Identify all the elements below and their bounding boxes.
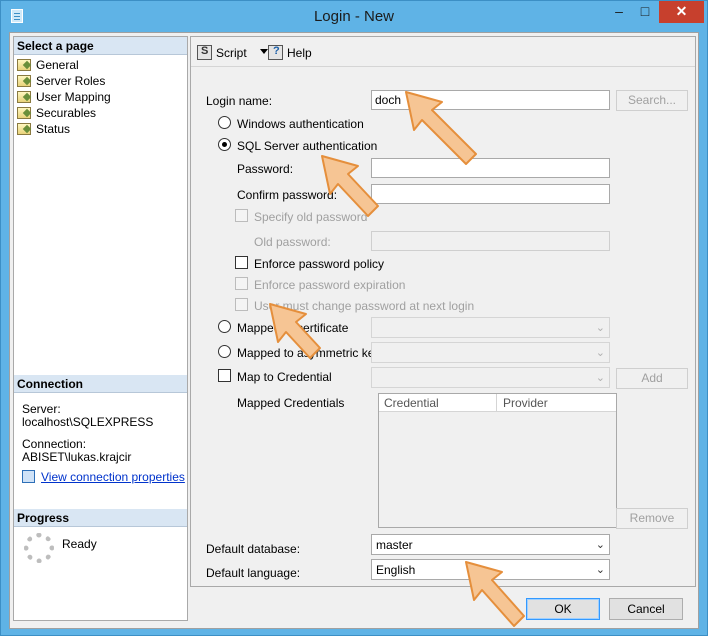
page-icon xyxy=(17,123,31,135)
chevron-down-icon: ⌄ xyxy=(595,322,605,334)
page-item-label: General xyxy=(36,58,79,72)
chevron-down-icon: ⌄ xyxy=(595,347,605,359)
page-item-user-mapping[interactable]: User Mapping xyxy=(17,90,111,106)
ok-button[interactable]: OK xyxy=(526,598,600,620)
must-change-label: User must change password at next login xyxy=(254,299,475,313)
old-password-label: Old password: xyxy=(254,235,331,249)
enforce-policy-label: Enforce password policy xyxy=(254,257,385,271)
page-icon xyxy=(17,91,31,103)
credential-column-header[interactable]: Credential xyxy=(384,396,439,410)
asym-key-select[interactable]: ⌄ xyxy=(371,342,610,363)
login-name-input[interactable]: doch xyxy=(371,90,610,110)
column-divider xyxy=(496,394,497,412)
connection-label: Connection: xyxy=(22,437,87,451)
cancel-button[interactable]: Cancel xyxy=(609,598,683,620)
page-item-label: User Mapping xyxy=(36,90,111,104)
page-item-label: Status xyxy=(36,122,71,136)
link-label: View connection properties xyxy=(41,470,185,484)
progress-header: Progress xyxy=(14,509,187,527)
sql-auth-label: SQL Server authentication xyxy=(237,139,378,153)
add-button[interactable]: Add xyxy=(616,368,688,389)
select-page-header: Select a page xyxy=(14,37,187,55)
connection-header: Connection xyxy=(14,375,187,393)
sql-auth-radio[interactable] xyxy=(218,138,231,151)
enforce-expiration-label: Enforce password expiration xyxy=(254,278,406,292)
mapped-credentials-label: Mapped Credentials xyxy=(237,396,345,410)
login-name-label: Login name: xyxy=(206,94,273,108)
view-connection-properties-link[interactable]: View connection properties xyxy=(22,470,185,484)
connection-value: ABISET\lukas.krajcir xyxy=(22,450,132,464)
password-input[interactable] xyxy=(371,158,610,178)
default-language-value: English xyxy=(376,563,416,577)
minimize-button[interactable]: – xyxy=(606,1,632,23)
page-item-general[interactable]: General xyxy=(17,58,79,74)
left-pane: Select a page General Server Roles User … xyxy=(13,36,188,621)
page-item-label: Securables xyxy=(36,106,97,120)
mapped-credentials-grid[interactable]: Credential Provider xyxy=(378,393,617,528)
progress-status: Ready xyxy=(62,537,97,551)
mapped-certificate-label: Mapped to certificate xyxy=(237,321,349,335)
map-credential-checkbox[interactable] xyxy=(218,369,231,382)
grid-header: Credential Provider xyxy=(379,394,616,412)
general-page: Script Help Login name: doch Search... W… xyxy=(190,36,696,587)
windows-auth-radio[interactable] xyxy=(218,116,231,129)
chevron-down-icon: ⌄ xyxy=(595,564,605,576)
map-credential-label: Map to Credential xyxy=(237,370,332,384)
must-change-checkbox[interactable] xyxy=(235,298,248,311)
confirm-password-input[interactable] xyxy=(371,184,610,204)
script-icon xyxy=(197,45,212,60)
close-button[interactable]: ✕ xyxy=(659,1,704,23)
page-item-label: Server Roles xyxy=(36,74,106,88)
title-bar[interactable]: Login - New – □ ✕ xyxy=(1,1,707,31)
default-language-select[interactable]: English ⌄ xyxy=(371,559,610,580)
page-icon xyxy=(17,107,31,119)
chevron-down-icon: ⌄ xyxy=(595,539,605,551)
help-button[interactable]: Help xyxy=(268,45,312,60)
help-label: Help xyxy=(287,46,312,60)
enforce-policy-checkbox[interactable] xyxy=(235,256,248,269)
password-label: Password: xyxy=(237,162,294,176)
maximize-button[interactable]: □ xyxy=(632,1,658,23)
page-item-securables[interactable]: Securables xyxy=(17,106,96,122)
server-value: localhost\SQLEXPRESS xyxy=(22,415,154,429)
script-label: Script xyxy=(216,46,247,60)
confirm-password-label: Confirm password: xyxy=(237,188,338,202)
specify-old-password-checkbox[interactable] xyxy=(235,209,248,222)
provider-column-header[interactable]: Provider xyxy=(503,396,548,410)
old-password-input[interactable] xyxy=(371,231,610,251)
page-icon xyxy=(17,75,31,87)
toolbar: Script Help xyxy=(191,37,695,67)
certificate-select[interactable]: ⌄ xyxy=(371,317,610,338)
script-button[interactable]: Script xyxy=(197,45,247,60)
default-database-value: master xyxy=(376,538,413,552)
help-icon xyxy=(268,45,283,60)
remove-button[interactable]: Remove xyxy=(616,508,688,529)
mapped-asym-key-radio[interactable] xyxy=(218,345,231,358)
script-dropdown-icon[interactable] xyxy=(260,49,268,54)
windows-auth-label: Windows authentication xyxy=(237,117,364,131)
page-icon xyxy=(17,59,31,71)
chevron-down-icon: ⌄ xyxy=(595,372,605,384)
dialog-body: Select a page General Server Roles User … xyxy=(9,32,699,629)
default-language-label: Default language: xyxy=(206,566,301,580)
window-title: Login - New xyxy=(313,8,395,25)
mapped-certificate-radio[interactable] xyxy=(218,320,231,333)
search-button[interactable]: Search... xyxy=(616,90,688,111)
credential-select[interactable]: ⌄ xyxy=(371,367,610,388)
enforce-expiration-checkbox[interactable] xyxy=(235,277,248,290)
server-label: Server: xyxy=(22,402,61,416)
mapped-asym-key-label: Mapped to asymmetric key xyxy=(237,346,381,360)
connection-properties-icon xyxy=(22,470,35,483)
login-new-window: Login - New – □ ✕ Select a page General … xyxy=(0,0,708,636)
progress-spinner-icon xyxy=(24,533,54,563)
specify-old-password-label: Specify old password xyxy=(254,210,368,224)
default-database-label: Default database: xyxy=(206,542,301,556)
default-database-select[interactable]: master ⌄ xyxy=(371,534,610,555)
page-item-server-roles[interactable]: Server Roles xyxy=(17,74,105,90)
page-item-status[interactable]: Status xyxy=(17,122,70,138)
